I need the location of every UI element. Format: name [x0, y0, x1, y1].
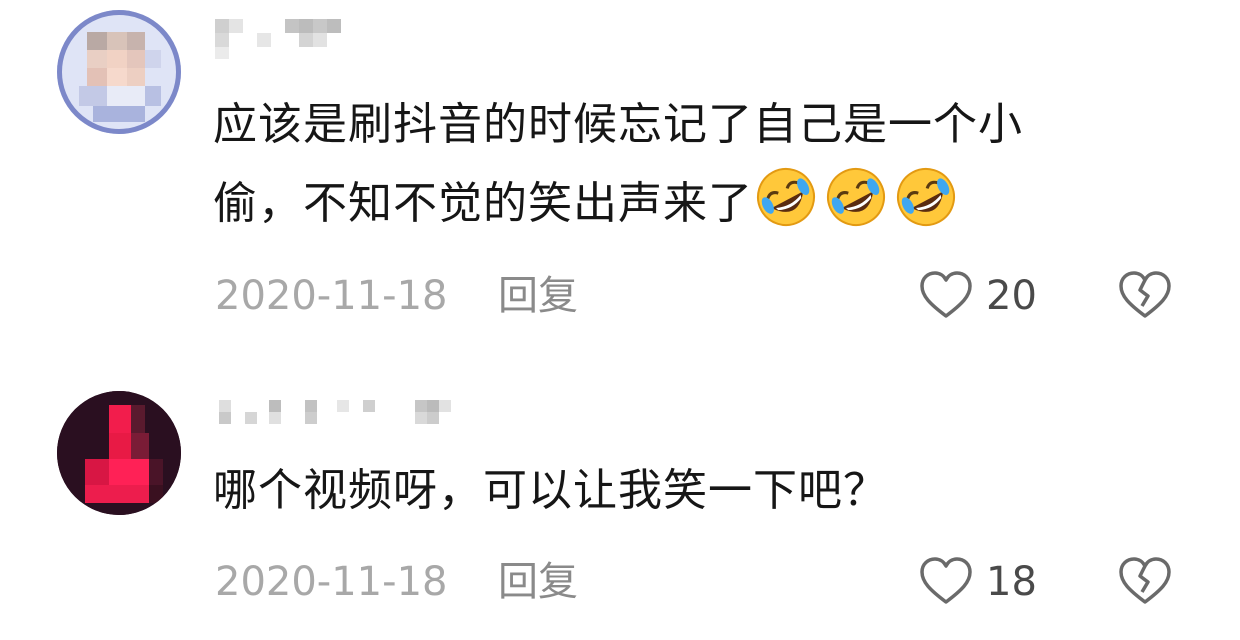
broken-heart-icon — [1119, 271, 1171, 318]
heart-icon — [920, 271, 972, 318]
comment-item: 哪个视频呀，可以让我笑一下吧？ 2020-11-18 回复 18 — [0, 378, 1240, 640]
comment-text-line-2: 偷，不知不觉的笑出声来了 — [213, 178, 753, 229]
reply-button[interactable]: 回复 — [498, 272, 578, 320]
like-count: 20 — [986, 273, 1037, 319]
comment-item: 应该是刷抖音的时候忘记了自己是一个小 偷，不知不觉的笑出声来了 2020-11-… — [0, 0, 1240, 340]
heart-icon — [920, 557, 972, 604]
avatar[interactable] — [57, 10, 181, 134]
rofl-emoji-icon — [823, 164, 889, 230]
comment-text-line: 偷，不知不觉的笑出声来了 — [213, 164, 1173, 243]
reply-button[interactable]: 回复 — [498, 558, 578, 606]
username[interactable] — [215, 400, 465, 444]
comment-text-line: 哪个视频呀，可以让我笑一下吧？ — [213, 465, 888, 516]
dislike-button[interactable] — [1117, 268, 1173, 324]
comment-text-line: 应该是刷抖音的时候忘记了自己是一个小 — [213, 99, 1023, 150]
username[interactable] — [215, 15, 355, 59]
comment-date: 2020-11-18 — [215, 559, 448, 605]
username-text — [215, 15, 216, 16]
comment-date: 2020-11-18 — [215, 273, 448, 319]
like-button[interactable]: 18 — [918, 554, 1037, 610]
avatar[interactable] — [57, 391, 181, 515]
broken-heart-icon — [1119, 557, 1171, 604]
username-text — [215, 400, 216, 401]
like-button[interactable]: 20 — [918, 268, 1037, 324]
comment-list: 应该是刷抖音的时候忘记了自己是一个小 偷，不知不觉的笑出声来了 2020-11-… — [0, 0, 1240, 640]
dislike-button[interactable] — [1117, 554, 1173, 610]
emoji-group — [753, 168, 963, 229]
like-count: 18 — [986, 559, 1037, 605]
comment-text: 应该是刷抖音的时候忘记了自己是一个小 偷，不知不觉的笑出声来了 — [213, 86, 1173, 243]
rofl-emoji-icon — [753, 164, 819, 230]
rofl-emoji-icon — [893, 164, 959, 230]
comment-text: 哪个视频呀，可以让我笑一下吧？ — [213, 452, 1173, 530]
